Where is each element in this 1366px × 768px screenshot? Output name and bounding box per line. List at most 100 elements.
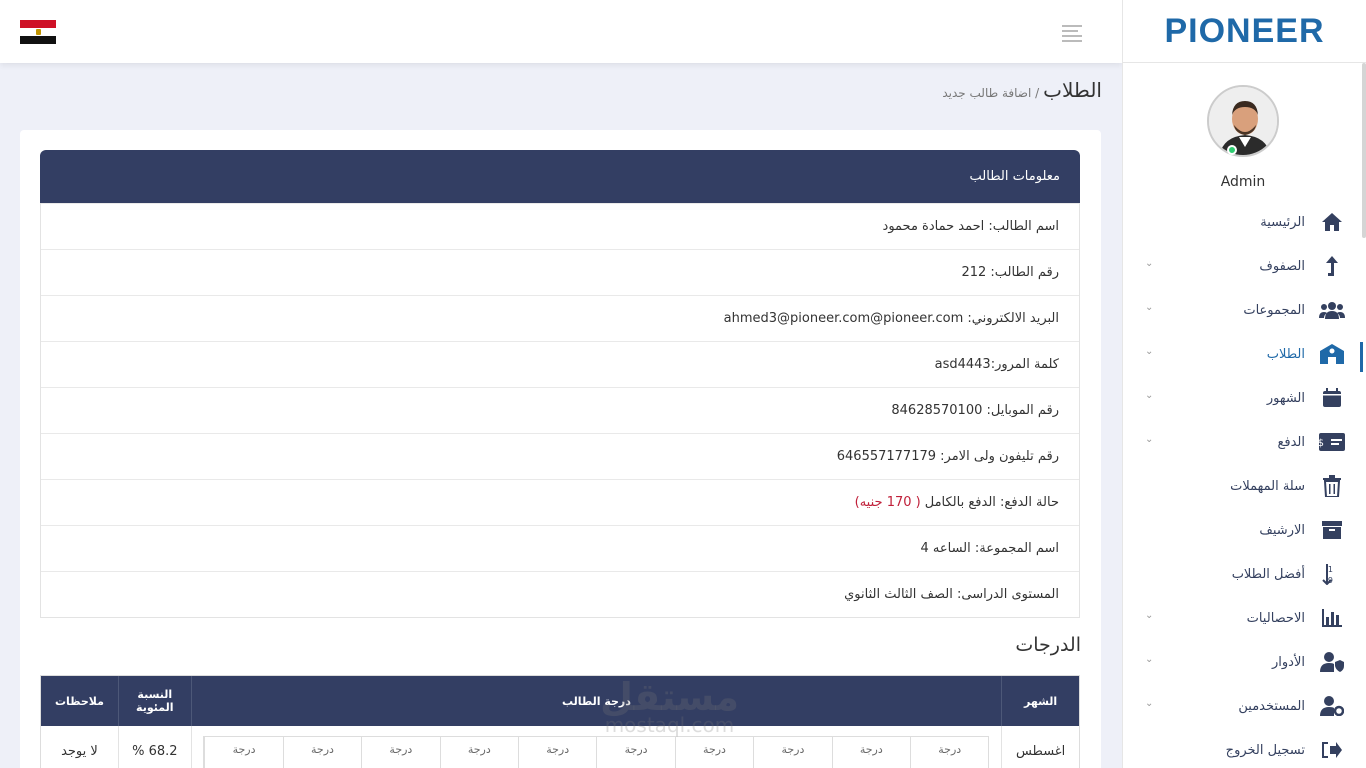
chevron-down-icon: ⌄ [1145, 258, 1154, 269]
sort-numeric-icon: 19 [1319, 563, 1345, 585]
cell-grades: درجة درجة درجة درجة درجة درجة درجة درجة … [190, 726, 1001, 768]
sidebar-item-payments[interactable]: $ الدفع ⌄ [1123, 420, 1366, 464]
sidebar-item-statistics[interactable]: الاحصاليات ⌄ [1123, 596, 1366, 640]
trash-icon [1319, 475, 1345, 497]
sub-grade: درجة [439, 737, 518, 768]
info-row-password: كلمة المرور:asd4443 [41, 341, 1079, 387]
info-text: اسم المجموعة: الساعه 4 [920, 541, 1059, 556]
info-row-payment-status: حالة الدفع: الدفع بالكامل( 170 جنيه) [41, 479, 1079, 525]
sidebar-item-label: الرئيسية [1260, 214, 1305, 230]
level-up-icon [1319, 255, 1345, 277]
sidebar-item-top-students[interactable]: 19 أفضل الطلاب [1123, 552, 1366, 596]
chevron-down-icon: ⌄ [1145, 654, 1154, 665]
online-status-icon [1227, 145, 1237, 155]
breadcrumb-current: / اضافة طالب جديد [942, 86, 1040, 100]
page-title[interactable]: الطلاب [1043, 78, 1102, 102]
student-info-header: معلومات الطالب [40, 150, 1080, 203]
sidebar-item-label: الاحصاليات [1246, 610, 1305, 626]
sub-grade: درجة [282, 737, 361, 768]
sidebar-item-label: المجموعات [1243, 302, 1305, 318]
sidebar-item-groups[interactable]: المجموعات ⌄ [1123, 288, 1366, 332]
sidebar-item-label: أفضل الطلاب [1231, 566, 1305, 582]
sidebar-item-label: المستخدمين [1238, 698, 1305, 714]
sub-grade: درجة [596, 737, 674, 768]
menu-toggle-icon[interactable] [1062, 25, 1082, 42]
sub-grade: درجة [361, 737, 439, 768]
sidebar-item-archive[interactable]: الارشيف [1123, 508, 1366, 552]
info-row-parent-phone: رقم تليفون ولى الامر: 646557177179 [41, 433, 1079, 479]
sub-grades: درجة درجة درجة درجة درجة درجة درجة درجة … [203, 736, 990, 768]
chevron-down-icon: ⌄ [1145, 302, 1154, 313]
student-card: معلومات الطالب اسم الطالب: احمد حمادة مح… [20, 130, 1101, 768]
sub-grade: درجة [910, 737, 988, 768]
sidebar-item-home[interactable]: الرئيسية [1123, 200, 1366, 244]
chevron-down-icon: ⌄ [1145, 346, 1154, 357]
cell-notes: لا يوجد [61, 743, 98, 759]
sign-out-icon [1319, 739, 1345, 761]
svg-text:1: 1 [1328, 565, 1333, 574]
money-check-icon: $ [1319, 431, 1345, 453]
sidebar-nav: الرئيسية الصفوف ⌄ المجموعات ⌄ الطلاب ⌄ ا… [1123, 200, 1366, 768]
cell-month: اغسطس [1001, 726, 1079, 768]
student-info-list: اسم الطالب: احمد حمادة محمود رقم الطالب:… [40, 203, 1080, 618]
sidebar-item-classes[interactable]: الصفوف ⌄ [1123, 244, 1366, 288]
info-text: كلمة المرور:asd4443 [934, 357, 1059, 372]
chevron-down-icon: ⌄ [1145, 698, 1154, 709]
watermark: مستقل mostaql.com [600, 675, 739, 737]
table-row: اغسطس درجة درجة درجة درجة درجة درجة درجة… [41, 726, 1079, 768]
chevron-down-icon: ⌄ [1145, 610, 1154, 621]
chart-bar-icon [1319, 607, 1345, 629]
users-icon [1319, 299, 1345, 321]
sidebar-item-students[interactable]: الطلاب ⌄ [1123, 332, 1366, 376]
sidebar-item-label: سلة المهملات [1230, 478, 1305, 494]
brand-logo[interactable]: PIONEER [1164, 12, 1324, 51]
sub-grade: درجة [753, 737, 831, 768]
info-text: اسم الطالب: احمد حمادة محمود [882, 219, 1059, 234]
sidebar-item-label: الأدوار [1272, 654, 1305, 670]
info-text: رقم الموبايل: 84628570100 [891, 403, 1059, 418]
info-row-group: اسم المجموعة: الساعه 4 [41, 525, 1079, 571]
info-text: المستوى الدراسى: الصف الثالث الثانوي [844, 587, 1059, 602]
sidebar-item-label: الشهور [1266, 390, 1305, 406]
svg-text:$: $ [1319, 438, 1324, 449]
payment-amount: ( 170 جنيه) [854, 495, 921, 510]
chevron-down-icon: ⌄ [1145, 434, 1154, 445]
avatar[interactable] [1207, 85, 1279, 157]
info-text: البريد الالكتروني: ahmed3@pioneer.com@pi… [723, 311, 1059, 326]
sidebar-item-months[interactable]: الشهور ⌄ [1123, 376, 1366, 420]
chevron-down-icon: ⌄ [1145, 390, 1154, 401]
info-text: رقم الطالب: 212 [961, 265, 1059, 280]
grades-title: الدرجات [1015, 634, 1081, 656]
sidebar-item-label: الارشيف [1259, 522, 1305, 538]
sidebar-item-logout[interactable]: تسجيل الخروج [1123, 728, 1366, 768]
sidebar: PIONEER Admin الرئيسية الصفوف ⌄ المجموعا… [1122, 0, 1366, 768]
grades-table: الشهر درجة الطالب النسبة المئوية ملاحظات… [40, 675, 1080, 768]
column-header-notes: ملاحظات [54, 694, 104, 708]
column-header-grade: درجة الطالب [190, 676, 1001, 726]
sub-grade: درجة [674, 737, 753, 768]
sidebar-item-label: تسجيل الخروج [1225, 742, 1305, 758]
sub-grade: درجة [204, 737, 282, 768]
sidebar-item-trash[interactable]: سلة المهملات [1123, 464, 1366, 508]
cell-percent: 68.2 % [117, 726, 191, 768]
calendar-icon [1319, 387, 1345, 409]
user-shield-icon [1319, 651, 1345, 673]
info-text: رقم تليفون ولى الامر: 646557177179 [836, 449, 1059, 464]
column-header-month: الشهر [1001, 676, 1079, 726]
grades-table-header: الشهر درجة الطالب النسبة المئوية ملاحظات [41, 676, 1079, 726]
breadcrumb: الطلاب / اضافة طالب جديد [942, 78, 1102, 102]
sidebar-item-roles[interactable]: الأدوار ⌄ [1123, 640, 1366, 684]
admin-name: Admin [1220, 174, 1266, 190]
school-icon [1319, 343, 1345, 365]
sub-grade: درجة [518, 737, 596, 768]
sidebar-item-users[interactable]: المستخدمين ⌄ [1123, 684, 1366, 728]
info-row-mobile: رقم الموبايل: 84628570100 [41, 387, 1079, 433]
egypt-flag-icon[interactable] [20, 20, 56, 44]
top-bar [0, 0, 1122, 63]
column-header-percent: النسبة المئوية [117, 676, 191, 726]
sidebar-item-label: الدفع [1277, 434, 1305, 450]
info-row-id: رقم الطالب: 212 [41, 249, 1079, 295]
sidebar-scrollbar[interactable] [1362, 63, 1366, 238]
user-cog-icon [1319, 695, 1345, 717]
info-row-name: اسم الطالب: احمد حمادة محمود [41, 203, 1079, 249]
